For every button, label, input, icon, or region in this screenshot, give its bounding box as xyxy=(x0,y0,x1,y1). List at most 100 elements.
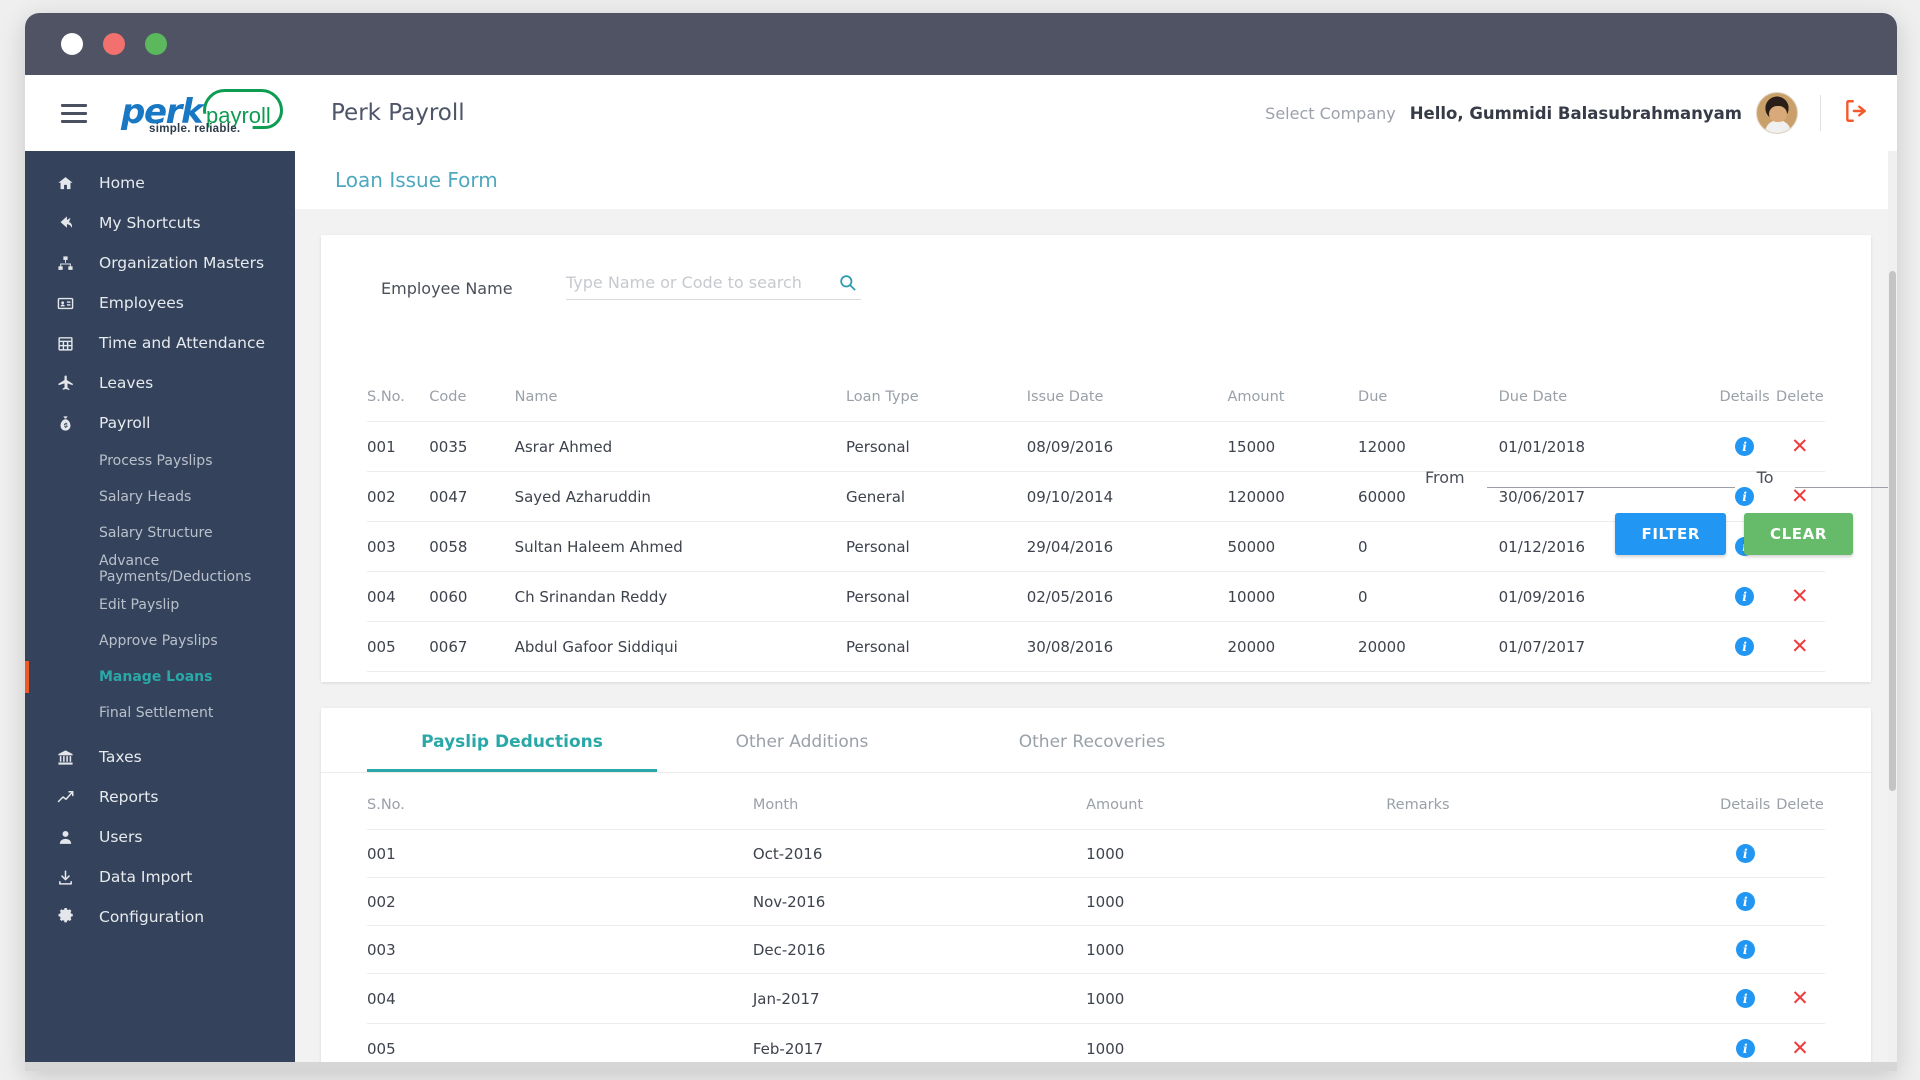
sidebar-subitem-label: Manage Loans xyxy=(99,669,213,685)
cell-issue-date: 02/05/2016 xyxy=(1026,571,1228,622)
cell-delete xyxy=(1775,829,1825,878)
vertical-scrollbar-thumb[interactable] xyxy=(1889,271,1896,791)
horizontal-scrollbar[interactable] xyxy=(25,1062,1897,1071)
sidebar-item-organization-masters[interactable]: Organization Masters xyxy=(25,243,295,283)
sidebar-item-home[interactable]: Home xyxy=(25,163,295,203)
header-divider xyxy=(1820,95,1821,131)
cell-amount: 10000 xyxy=(1227,571,1359,622)
sidebar-item-label: Leaves xyxy=(99,374,154,392)
details-icon[interactable]: i xyxy=(1735,844,1755,863)
employee-search-row: Employee Name xyxy=(321,235,1871,365)
cell-loan-type: Personal xyxy=(845,421,1027,472)
sidebar-item-taxes[interactable]: Taxes xyxy=(25,737,295,777)
deduction-table-header-row: S.No. Month Amount Remarks Details Delet… xyxy=(367,787,1825,830)
app-window: perk payroll simple. reliable. Perk Payr… xyxy=(25,13,1897,1071)
sidebar-item-configuration[interactable]: Configuration xyxy=(25,897,295,937)
bank-icon xyxy=(57,749,83,766)
sitemap-icon xyxy=(57,255,83,272)
details-icon[interactable]: i xyxy=(1735,940,1755,959)
details-icon[interactable]: i xyxy=(1735,437,1755,456)
cell-month: Dec-2016 xyxy=(752,925,1087,974)
sidebar-item-label: Time and Attendance xyxy=(99,334,266,352)
sidebar-subitem-salary-structure[interactable]: Salary Structure xyxy=(25,515,295,551)
select-company-link[interactable]: Select Company xyxy=(1265,104,1396,123)
clear-button[interactable]: CLEAR xyxy=(1744,513,1853,555)
tab-payslip-deductions[interactable]: Payslip Deductions xyxy=(367,708,657,772)
table-row: 001 Oct-2016 1000 i xyxy=(367,829,1825,878)
table-row: 002 Nov-2016 1000 i xyxy=(367,877,1825,926)
cell-name: Sayed Azharuddin xyxy=(514,471,846,522)
cell-sno: 001 xyxy=(367,421,430,472)
cell-code: 0058 xyxy=(429,521,515,572)
sidebar-subitem-label: Salary Heads xyxy=(99,489,192,505)
window-minimize-dot[interactable] xyxy=(103,33,125,55)
sidebar-item-my-shortcuts[interactable]: My Shortcuts xyxy=(25,203,295,243)
table-row: 004 Jan-2017 1000 i ✕ xyxy=(367,973,1825,1024)
money-bag-icon xyxy=(57,415,83,432)
sidebar-item-users[interactable]: Users xyxy=(25,817,295,857)
sidebar-subitem-process-payslips[interactable]: Process Payslips xyxy=(25,443,295,479)
cell-remarks xyxy=(1386,877,1716,926)
tab-other-recoveries[interactable]: Other Recoveries xyxy=(947,708,1237,772)
details-icon[interactable]: i xyxy=(1735,637,1755,656)
plane-icon xyxy=(57,374,83,392)
cell-loan-type: Personal xyxy=(845,571,1027,622)
sidebar-item-data-import[interactable]: Data Import xyxy=(25,857,295,897)
cell-sno: 004 xyxy=(367,571,430,622)
sidebar-item-label: Employees xyxy=(99,294,184,312)
sidebar-subitem-final-settlement[interactable]: Final Settlement xyxy=(25,695,295,731)
search-input[interactable] xyxy=(566,273,834,292)
logout-icon[interactable] xyxy=(1843,98,1869,129)
cell-due: 12000 xyxy=(1358,421,1499,472)
sidebar-subitem-edit-payslip[interactable]: Edit Payslip xyxy=(25,587,295,623)
sidebar-subitem-salary-heads[interactable]: Salary Heads xyxy=(25,479,295,515)
avatar[interactable] xyxy=(1756,92,1798,134)
vertical-scrollbar[interactable] xyxy=(1888,151,1897,1071)
sidebar-item-leaves[interactable]: Leaves xyxy=(25,363,295,403)
cell-code: 0035 xyxy=(429,421,515,472)
shortcut-icon xyxy=(57,215,83,232)
details-icon[interactable]: i xyxy=(1735,989,1755,1008)
window-titlebar xyxy=(25,13,1897,75)
cell-details: i xyxy=(1714,621,1775,672)
sidebar-item-payroll[interactable]: Payroll xyxy=(25,403,295,443)
details-icon[interactable]: i xyxy=(1735,892,1755,911)
details-icon[interactable]: i xyxy=(1735,1039,1755,1058)
details-icon[interactable]: i xyxy=(1735,587,1755,606)
cell-delete xyxy=(1775,925,1825,974)
sidebar-item-time-and-attendance[interactable]: Time and Attendance xyxy=(25,323,295,363)
cell-remarks xyxy=(1386,829,1716,878)
sidebar-item-label: Payroll xyxy=(99,414,151,432)
cell-remarks xyxy=(1386,925,1716,974)
sidebar-subitem-advance-payments-deductions[interactable]: Advance Payments/Deductions xyxy=(25,551,295,587)
cell-details: i xyxy=(1714,571,1775,622)
delete-icon[interactable]: ✕ xyxy=(1791,434,1809,458)
sidebar-item-reports[interactable]: Reports xyxy=(25,777,295,817)
to-date-input[interactable] xyxy=(1795,466,1897,488)
delete-icon[interactable]: ✕ xyxy=(1791,634,1809,658)
header-right-group: Select Company Hello, Gummidi Balasubrah… xyxy=(1265,92,1869,134)
delete-icon[interactable]: ✕ xyxy=(1791,584,1809,608)
sidebar-subitem-manage-loans[interactable]: Manage Loans xyxy=(25,659,295,695)
cell-sno: 002 xyxy=(367,471,430,522)
col-loan-type: Loan Type xyxy=(845,379,1027,422)
menu-toggle-icon[interactable] xyxy=(61,103,87,123)
col-sno: S.No. xyxy=(367,379,430,422)
sidebar-subitem-approve-payslips[interactable]: Approve Payslips xyxy=(25,623,295,659)
search-icon[interactable] xyxy=(834,273,861,292)
col-due: Due xyxy=(1358,379,1499,422)
from-date-input[interactable] xyxy=(1486,466,1735,488)
filter-button[interactable]: FILTER xyxy=(1615,513,1727,555)
details-icon[interactable]: i xyxy=(1735,487,1755,506)
window-maximize-dot[interactable] xyxy=(145,33,167,55)
tab-other-additions[interactable]: Other Additions xyxy=(657,708,947,772)
delete-icon[interactable]: ✕ xyxy=(1791,1036,1809,1060)
sidebar-item-employees[interactable]: Employees xyxy=(25,283,295,323)
cell-delete: ✕ xyxy=(1774,571,1825,622)
cell-due-date: 01/07/2017 xyxy=(1498,621,1715,672)
filter-actions: FILTER CLEAR xyxy=(1615,513,1853,555)
cell-remarks xyxy=(1386,973,1716,1024)
delete-icon[interactable]: ✕ xyxy=(1791,986,1809,1010)
deduction-table-wrap: S.No. Month Amount Remarks Details Delet… xyxy=(321,773,1871,1071)
window-close-dot[interactable] xyxy=(61,33,83,55)
